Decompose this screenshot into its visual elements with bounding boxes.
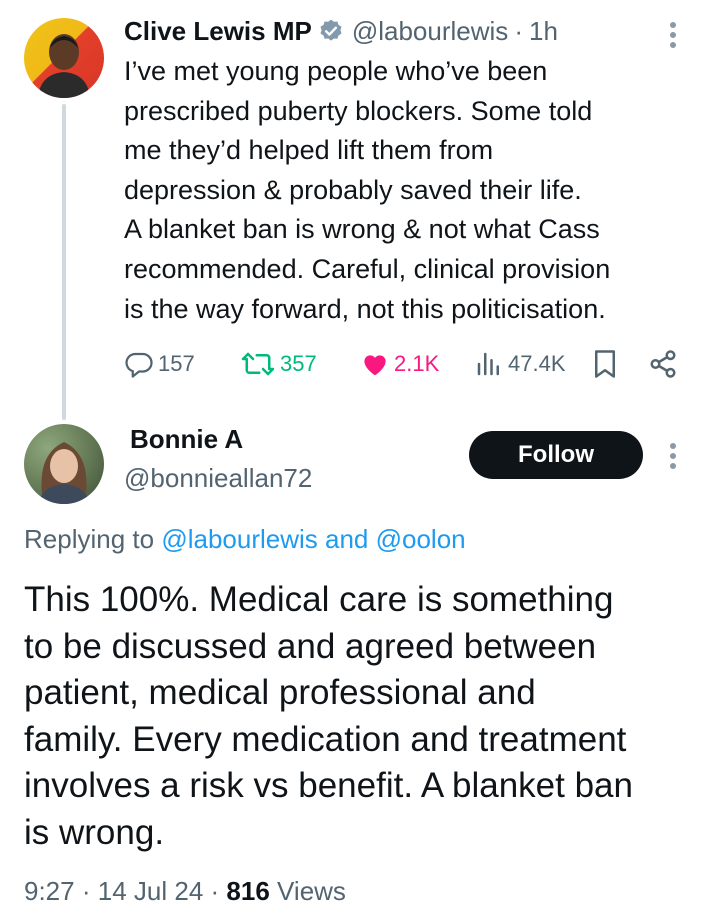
views-button[interactable]: 47.4K [474, 344, 566, 384]
heart-icon [364, 355, 386, 376]
share-button[interactable] [648, 344, 678, 384]
bookmark-icon [595, 350, 615, 378]
verified-badge-icon [318, 18, 344, 44]
avatar-portrait-icon [38, 442, 90, 504]
author-handle[interactable]: @labourlewis [352, 16, 508, 47]
reply-author-display-name[interactable]: Bonnie A [130, 424, 243, 455]
replying-to-link-oolon[interactable]: @oolon [376, 524, 466, 554]
tweet-action-bar: 157 357 2.1K 47.4K [0, 344, 715, 384]
reply-icon [125, 352, 153, 378]
like-count: 2.1K [394, 351, 440, 376]
follow-button[interactable]: Follow [469, 431, 643, 479]
bookmark-button[interactable] [592, 344, 618, 384]
replying-to-prefix: Replying to [24, 524, 162, 554]
reply-date[interactable]: 14 Jul 24 [98, 876, 204, 906]
avatar-clive-lewis[interactable] [24, 18, 104, 98]
replying-to-and: and [317, 524, 376, 554]
reply-time[interactable]: 9:27 [24, 876, 75, 906]
reply-count: 157 [158, 351, 195, 376]
tweet-timestamp[interactable]: 1h [529, 16, 558, 47]
reply-author-handle[interactable]: @bonnieallan72 [124, 463, 312, 494]
reply-metadata: 9:27 · 14 Jul 24 · 816 Views [24, 876, 346, 907]
reply-tweet-text: This 100%. Medical care is something to … [24, 580, 633, 852]
view-count: 47.4K [508, 351, 566, 376]
repost-button[interactable]: 357 [240, 344, 317, 384]
replying-to-line: Replying to @labourlewis and @oolon [24, 524, 466, 555]
avatar-bonnie-a[interactable] [24, 424, 104, 504]
parent-tweet-header: Clive Lewis MP @labourlewis · 1h [124, 14, 558, 48]
more-options-icon[interactable] [670, 443, 676, 469]
separator-dot: · [514, 15, 523, 46]
share-icon [650, 350, 676, 378]
reply-view-count: 816 [226, 876, 270, 906]
views-chart-icon [477, 352, 499, 376]
author-display-name[interactable]: Clive Lewis MP [124, 16, 312, 47]
reply-button[interactable]: 157 [124, 344, 195, 384]
separator-dot: · [210, 876, 220, 906]
separator-dot: · [81, 876, 91, 906]
reply-views-label: Views [277, 876, 346, 906]
more-options-icon[interactable] [670, 22, 676, 48]
replying-to-link-labourlewis[interactable]: @labourlewis [161, 524, 317, 554]
parent-tweet-text: I’ve met young people who’ve been prescr… [124, 56, 611, 324]
avatar-portrait-icon [38, 34, 90, 98]
repost-count: 357 [280, 351, 317, 376]
like-button[interactable]: 2.1K [360, 344, 439, 384]
repost-icon [241, 352, 275, 376]
